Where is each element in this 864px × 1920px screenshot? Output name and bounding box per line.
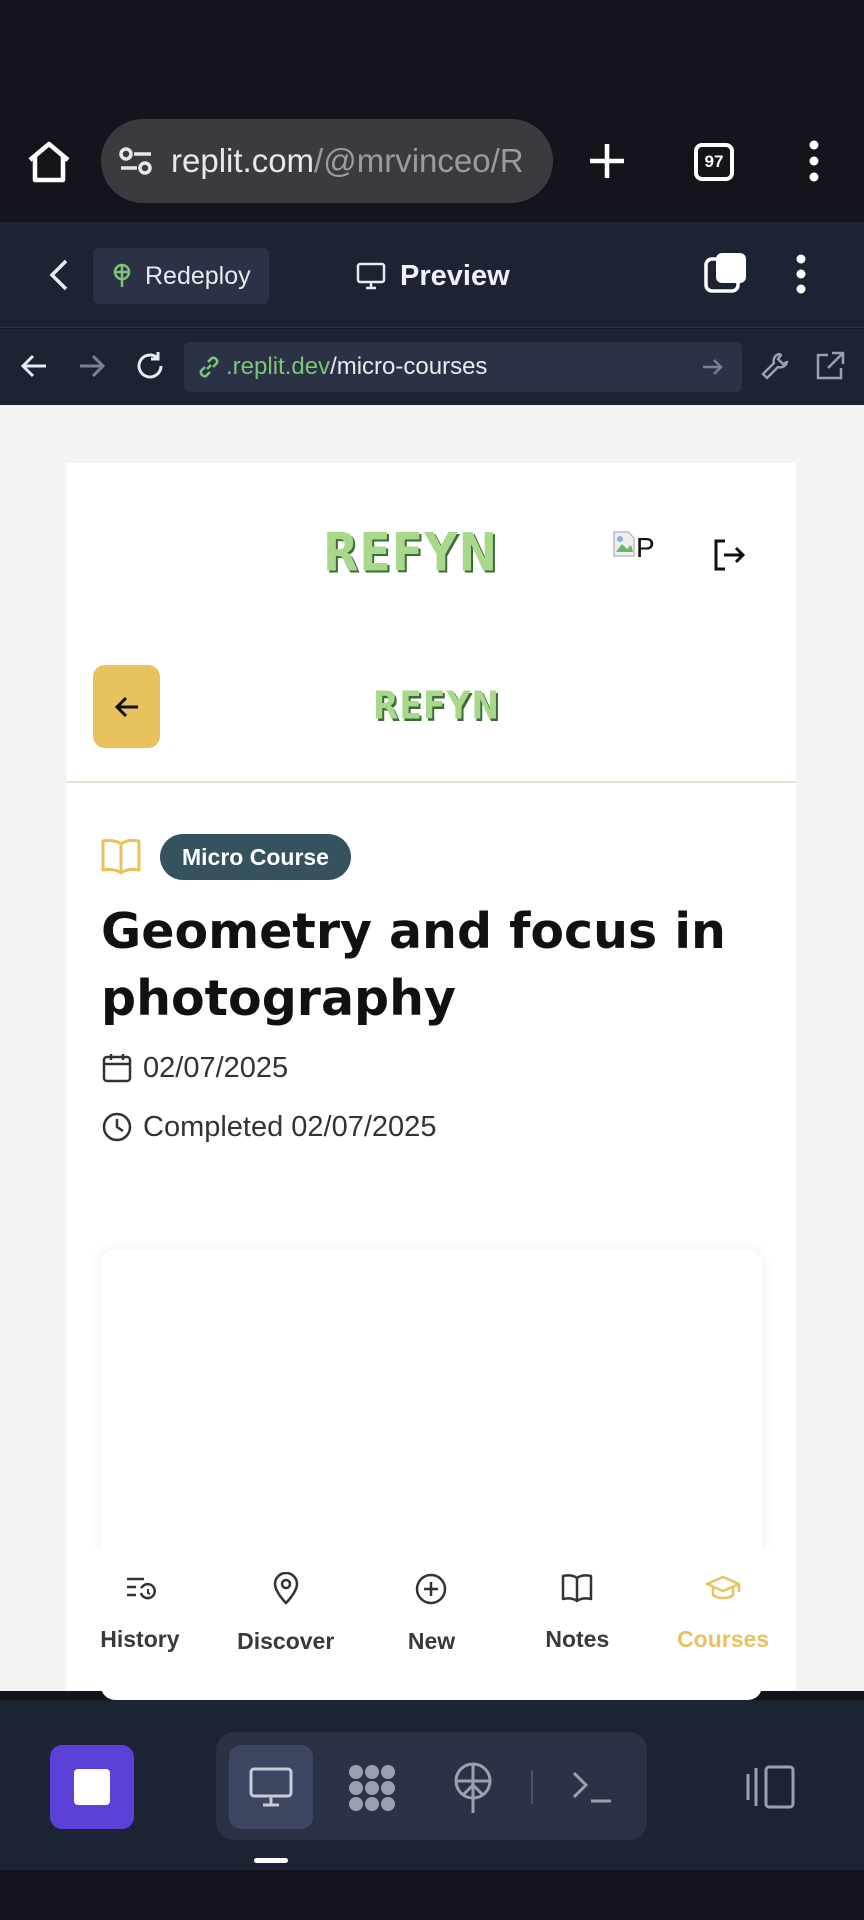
browser-menu-icon[interactable] bbox=[808, 140, 820, 182]
devtools-wrench-icon[interactable] bbox=[760, 351, 790, 381]
course-completed-text: Completed 02/07/2025 bbox=[143, 1110, 437, 1143]
browser-url-bar[interactable]: replit.com/@mrvinceo/R bbox=[101, 119, 553, 203]
address-path: /micro-courses bbox=[330, 353, 488, 380]
webview-back-icon[interactable] bbox=[20, 352, 48, 380]
monitor-icon bbox=[356, 262, 386, 290]
nav-label: Discover bbox=[237, 1628, 335, 1654]
tab-count: 97 bbox=[704, 152, 724, 171]
nav-label: Notes bbox=[545, 1626, 610, 1652]
webview-address-field[interactable]: .replit.dev/micro-courses bbox=[184, 342, 742, 392]
stop-button[interactable] bbox=[50, 1745, 134, 1829]
clock-icon bbox=[101, 1111, 133, 1143]
preview-label: Preview bbox=[400, 259, 510, 292]
arrow-left-icon bbox=[114, 694, 140, 720]
new-tab-icon[interactable] bbox=[588, 142, 626, 180]
book-open-icon bbox=[100, 836, 142, 876]
course-type-badge: Micro Course bbox=[160, 834, 351, 880]
back-button[interactable] bbox=[93, 665, 160, 748]
book-open-icon bbox=[560, 1572, 594, 1604]
bottom-navigation: History Discover New Notes Courses bbox=[67, 1548, 796, 1690]
system-navigation-bar bbox=[0, 1870, 864, 1920]
header-logo: REFYN bbox=[373, 683, 501, 728]
dock-separator bbox=[531, 1770, 533, 1804]
url-host: replit.com bbox=[171, 142, 315, 179]
shell-icon[interactable] bbox=[571, 1769, 613, 1805]
link-icon bbox=[196, 354, 222, 380]
profile-image[interactable]: P bbox=[612, 530, 662, 570]
redeploy-label: Redeploy bbox=[145, 261, 251, 290]
course-completed: Completed 02/07/2025 bbox=[101, 1107, 436, 1147]
panels-icon[interactable] bbox=[746, 1764, 796, 1810]
nav-item-notes[interactable]: Notes bbox=[504, 1548, 650, 1690]
course-date: 02/07/2025 bbox=[101, 1048, 288, 1088]
preview-title: Preview bbox=[356, 248, 510, 304]
profile-image-alt: P bbox=[636, 532, 655, 563]
course-date-text: 02/07/2025 bbox=[143, 1051, 289, 1084]
nav-label: Courses bbox=[677, 1626, 770, 1652]
back-chevron-icon[interactable] bbox=[48, 258, 70, 292]
go-arrow-icon[interactable] bbox=[702, 357, 724, 377]
monitor-icon bbox=[248, 1766, 294, 1808]
logout-icon[interactable] bbox=[712, 538, 746, 572]
tab-switcher-button[interactable]: 97 bbox=[694, 143, 734, 181]
nav-item-discover[interactable]: Discover bbox=[213, 1548, 359, 1690]
site-settings-icon[interactable] bbox=[119, 147, 153, 175]
history-icon bbox=[124, 1572, 156, 1604]
nav-item-history[interactable]: History bbox=[67, 1548, 213, 1690]
redeploy-button[interactable]: Redeploy bbox=[93, 248, 269, 304]
browser-url-text: replit.com/@mrvinceo/R bbox=[171, 142, 541, 180]
app-logo[interactable]: REFYN bbox=[323, 521, 498, 583]
address-domain: .replit.dev bbox=[226, 353, 331, 380]
url-path: /@mrvinceo/R bbox=[314, 142, 524, 179]
open-external-icon[interactable] bbox=[814, 350, 846, 382]
nav-item-courses[interactable]: Courses bbox=[650, 1548, 796, 1690]
nav-item-new[interactable]: New bbox=[359, 1548, 505, 1690]
graduation-cap-icon bbox=[705, 1572, 741, 1604]
dock-preview-button[interactable] bbox=[229, 1745, 313, 1829]
nav-label: New bbox=[407, 1628, 456, 1654]
deployments-icon[interactable] bbox=[449, 1761, 497, 1815]
calendar-icon bbox=[101, 1052, 133, 1084]
nav-label: History bbox=[100, 1626, 180, 1652]
stop-icon bbox=[74, 1769, 110, 1805]
webview-forward-icon[interactable] bbox=[78, 352, 106, 380]
map-pin-icon bbox=[270, 1572, 302, 1606]
reload-icon[interactable] bbox=[134, 350, 166, 382]
packages-icon[interactable] bbox=[346, 1762, 398, 1814]
home-icon[interactable] bbox=[26, 140, 72, 184]
active-indicator bbox=[254, 1858, 288, 1863]
header-divider bbox=[67, 781, 796, 783]
replit-menu-icon[interactable] bbox=[795, 254, 807, 294]
deploy-icon bbox=[111, 263, 133, 289]
badge-label: Micro Course bbox=[182, 843, 329, 870]
windows-icon[interactable] bbox=[704, 251, 748, 295]
plus-circle-icon bbox=[414, 1572, 448, 1606]
course-title: Geometry and focus in photography bbox=[101, 903, 726, 1027]
